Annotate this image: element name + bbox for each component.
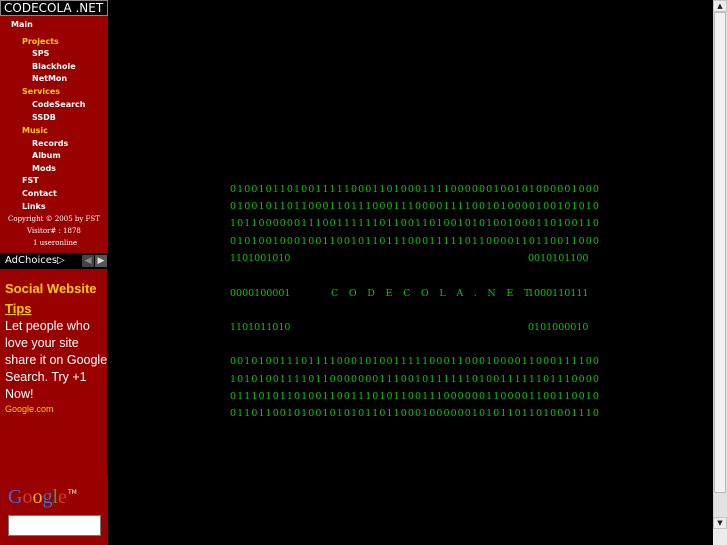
ad-choices-bar[interactable]: AdChoices ▷ ◀ ▶ — [0, 253, 108, 269]
nav-ssdb[interactable]: SSDB — [32, 113, 56, 123]
nav-codesearch[interactable]: CodeSearch — [32, 100, 86, 110]
google-logo-letter: g — [42, 486, 53, 508]
google-logo-letter: o — [22, 486, 33, 508]
nav-contact[interactable]: Contact — [22, 189, 57, 199]
nav-fst[interactable]: FST — [22, 176, 39, 186]
nav-music[interactable]: Music — [22, 126, 48, 136]
binary-row: 0100101101001111100011010001111000000100… — [230, 184, 600, 195]
binary-row: 0110110010100101010110110001000000101011… — [230, 408, 600, 419]
footer-copyright: Copyright © 2005 by FST — [8, 215, 100, 223]
google-logo: Google — [8, 486, 67, 508]
footer-users-online: 1 useronline — [33, 239, 78, 247]
google-trademark: TM — [68, 489, 77, 496]
ad-title-line1[interactable]: Social Website — [5, 281, 97, 296]
ad-choices-icon[interactable]: ▷ — [57, 255, 65, 267]
ad-title-link[interactable]: Social Website Tips — [5, 279, 109, 319]
binary-row: 0010100111011110001010011111000110001000… — [230, 356, 600, 367]
nav-records[interactable]: Records — [32, 139, 68, 149]
footer-visitor-count: Visitor# : 1878 — [27, 227, 81, 235]
nav-blackhole[interactable]: Blackhole — [32, 62, 76, 72]
nav-main[interactable]: Main — [11, 20, 33, 30]
nav-sps[interactable]: SPS — [32, 49, 49, 59]
google-search-input[interactable] — [8, 515, 101, 536]
ad-next-button[interactable]: ▶ — [95, 255, 107, 267]
nav-services[interactable]: Services — [22, 87, 60, 97]
binary-row: 0111010110100110011101011001110000001100… — [230, 391, 600, 402]
scrollbar-corner — [713, 529, 727, 545]
scroll-down-arrow-icon[interactable]: ▼ — [713, 517, 727, 529]
google-logo-letter: G — [8, 486, 23, 508]
nav-links[interactable]: Links — [22, 202, 46, 212]
nav-projects[interactable]: Projects — [22, 37, 59, 47]
ad-title-line2[interactable]: Tips — [5, 301, 32, 316]
nav-album[interactable]: Album — [32, 151, 61, 161]
ad-body-text: Let people who love your site share it o… — [5, 319, 108, 401]
binary-row: 0101001000100110010110111000111110110000… — [230, 236, 600, 247]
google-logo-letter: o — [32, 486, 43, 508]
binary-row-right: 0010101100 — [528, 253, 589, 264]
binary-row-left: 1101011010 — [230, 322, 291, 333]
binary-brand-right: 1000110111 — [528, 288, 589, 299]
binary-row-left: 1101001010 — [230, 253, 291, 264]
site-title[interactable]: CODECOLA .NET — [0, 0, 108, 16]
scroll-up-arrow-icon[interactable]: ▲ — [713, 0, 727, 12]
nav-mods[interactable]: Mods — [32, 164, 56, 174]
ad-previous-button[interactable]: ◀ — [82, 255, 94, 267]
binary-brand-left: 0000100001 — [230, 288, 291, 299]
binary-row: 1010100111101100000001110010111111010011… — [230, 374, 600, 385]
binary-row-right: 0101000010 — [528, 322, 589, 333]
binary-row: 1011000000111001111110110011010010101001… — [230, 218, 600, 229]
scrollbar-thumb[interactable] — [714, 12, 726, 493]
ad-url-link[interactable]: Google.com — [5, 404, 54, 415]
binary-row: 0100101101100011011100011100001111001010… — [230, 201, 600, 212]
brand-text: C O D E C O L A . N E T — [331, 288, 535, 299]
ad-choices-label[interactable]: AdChoices — [5, 255, 57, 267]
nav-netmon[interactable]: NetMon — [32, 74, 67, 84]
google-logo-letter: e — [58, 486, 67, 508]
